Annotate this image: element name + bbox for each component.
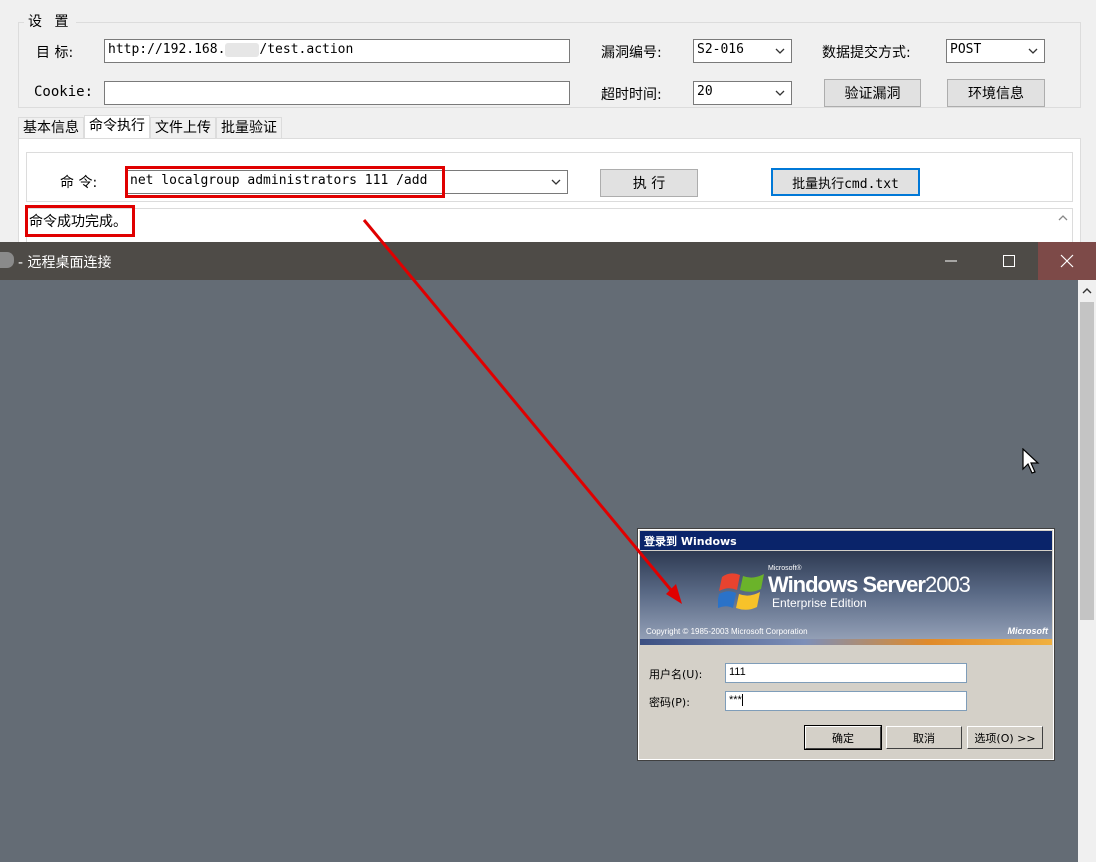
windows-server-brand: Microsoft® Windows Server2003 Enterprise… [768, 565, 971, 610]
verify-vuln-button[interactable]: 验证漏洞 [824, 79, 921, 107]
redacted-ip [225, 42, 260, 57]
windows-flag-logo-icon [718, 573, 764, 610]
target-url-prefix: http://192.168. [108, 42, 226, 57]
scroll-up-icon[interactable] [1080, 284, 1094, 298]
batch-execute-button[interactable]: 批量执行cmd.txt [771, 168, 920, 196]
command-label: 命 令: [60, 175, 98, 191]
windows-login-dialog: 登录到 Windows Microsoft® Windows Server200… [637, 528, 1055, 761]
command-highlight-box [125, 166, 445, 198]
submit-method-label: 数据提交方式: [822, 45, 911, 61]
tab-strip: 基本信息 命令执行 文件上传 批量验证 [18, 115, 282, 139]
minimize-icon [945, 260, 957, 262]
rdp-title: - 远程桌面连接 [18, 255, 112, 271]
timeout-value: 20 [697, 84, 713, 99]
execute-button[interactable]: 执 行 [600, 169, 698, 197]
windows-server-banner: Microsoft® Windows Server2003 Enterprise… [640, 551, 1052, 645]
banner-color-strip [640, 639, 1052, 645]
tab-batch-verify[interactable]: 批量验证 [216, 117, 282, 139]
microsoft-logo-text: Microsoft [1007, 626, 1049, 636]
settings-title: 设 置 [24, 11, 77, 31]
copyright-text: Copyright © 1985-2003 Microsoft Corporat… [646, 627, 808, 636]
login-dialog-title: 登录到 Windows [640, 531, 1052, 550]
username-label: 用户名(U): [649, 668, 703, 681]
chevron-down-icon [775, 90, 785, 96]
brand-edition: Enterprise Edition [772, 596, 867, 610]
minimize-button[interactable] [922, 242, 980, 280]
password-input[interactable]: *** [725, 691, 967, 711]
cookie-label: Cookie: [34, 84, 94, 100]
submit-method-value: POST [950, 42, 982, 57]
brand-windows: Windows Server [768, 572, 926, 597]
vuln-id-label: 漏洞编号: [601, 45, 662, 61]
submit-method-select[interactable]: POST [946, 39, 1045, 63]
vuln-id-select[interactable]: S2-016 [693, 39, 792, 63]
output-highlight-box [25, 205, 135, 237]
tab-file-upload[interactable]: 文件上传 [150, 117, 216, 139]
target-label: 目 标: [36, 45, 74, 61]
tab-command-exec[interactable]: 命令执行 [84, 115, 150, 139]
maximize-button[interactable] [980, 242, 1038, 280]
cancel-button[interactable]: 取消 [886, 726, 962, 749]
chevron-down-icon [1028, 48, 1038, 54]
close-icon [1060, 254, 1074, 268]
password-label: 密码(P): [649, 696, 690, 709]
cookie-input[interactable] [104, 81, 570, 105]
brand-year: 2003 [924, 572, 971, 597]
ok-button[interactable]: 确定 [804, 725, 882, 750]
text-caret [741, 694, 743, 707]
chevron-down-icon [775, 48, 785, 54]
scrollbar-thumb[interactable] [1080, 302, 1094, 620]
timeout-select[interactable]: 20 [693, 81, 792, 105]
rdp-app-icon [0, 252, 14, 268]
target-url-suffix: /test.action [259, 42, 354, 57]
target-url-input[interactable]: http://192.168. /test.action [104, 39, 570, 63]
chevron-down-icon [551, 179, 561, 185]
rdp-vertical-scrollbar[interactable] [1078, 280, 1096, 862]
tab-basic-info[interactable]: 基本信息 [18, 117, 84, 139]
exploit-tool-window: 设 置 目 标: http://192.168. /test.action 漏洞编… [0, 0, 1096, 248]
username-input[interactable]: 111 [725, 663, 967, 683]
mouse-cursor-icon [1022, 448, 1040, 474]
vuln-id-value: S2-016 [697, 42, 744, 57]
rdp-titlebar[interactable]: - 远程桌面连接 [0, 242, 1096, 280]
close-button[interactable] [1038, 242, 1096, 280]
maximize-icon [1003, 255, 1015, 267]
options-button[interactable]: 选项(O) >> [967, 726, 1043, 749]
timeout-label: 超时时间: [601, 87, 662, 103]
scroll-up-icon[interactable] [1056, 211, 1070, 225]
env-info-button[interactable]: 环境信息 [947, 79, 1045, 107]
password-masked-value: *** [729, 694, 742, 706]
